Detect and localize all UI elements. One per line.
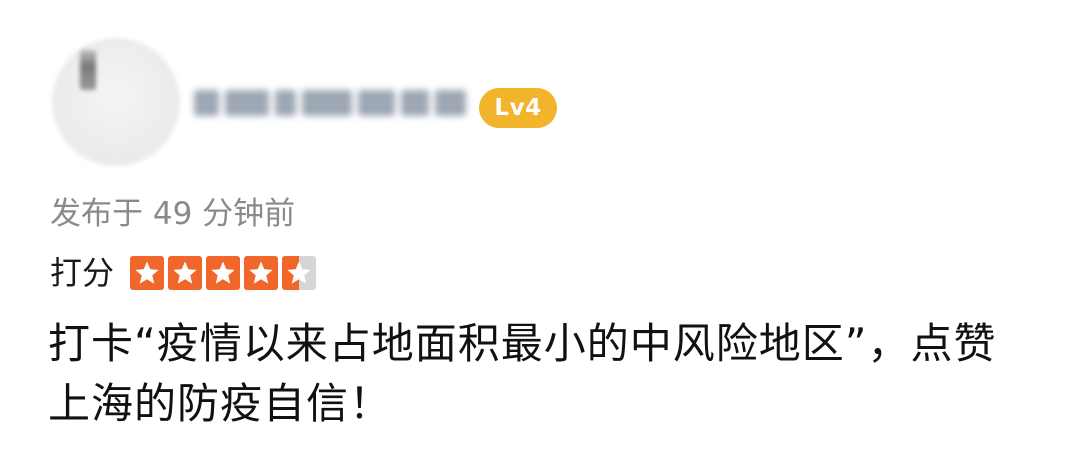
avatar[interactable] xyxy=(52,38,180,166)
star-icon xyxy=(244,256,279,290)
post-time: 发布于 49 分钟前 xyxy=(50,196,296,232)
username-blurred[interactable] xyxy=(194,86,466,120)
rating-label: 打分 xyxy=(50,254,115,292)
star-rating xyxy=(130,256,317,290)
username-segment xyxy=(224,90,270,116)
star-icon xyxy=(168,256,203,290)
review-card: Lv4 发布于 49 分钟前 打分 打卡“疫情以来占地面积最小的中风险地区”，点… xyxy=(0,0,1080,458)
review-text: 打卡“疫情以来占地面积最小的中风险地区”，点赞上海的防疫自信！ xyxy=(48,319,997,428)
avatar-detail xyxy=(80,50,96,90)
star-icon xyxy=(130,256,165,290)
username-segment xyxy=(400,90,430,116)
level-badge: Lv4 xyxy=(479,88,557,128)
username-segment xyxy=(275,90,297,116)
username-segment xyxy=(194,90,219,116)
username-segment xyxy=(302,90,353,116)
star-icon xyxy=(206,256,241,290)
star-icon xyxy=(282,256,317,290)
username-segment xyxy=(358,90,395,116)
rating-row: 打分 xyxy=(50,248,317,298)
username-segment xyxy=(435,90,466,116)
